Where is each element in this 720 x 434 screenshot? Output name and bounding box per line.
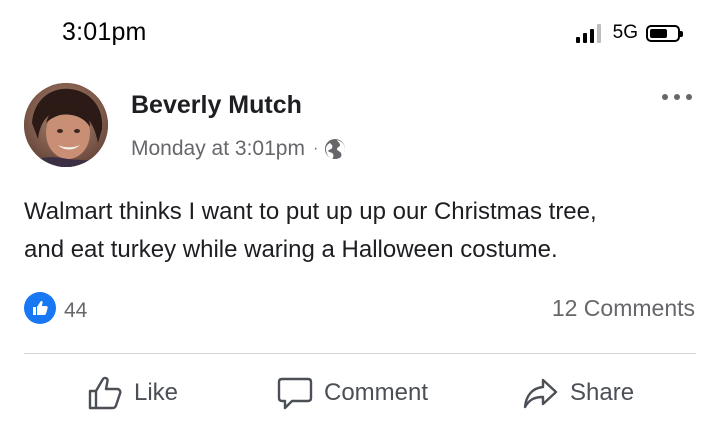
share-label: Share: [570, 379, 635, 406]
avatar[interactable]: [24, 83, 108, 167]
comments-count[interactable]: 12 Comments: [552, 295, 695, 322]
author-name[interactable]: Beverly Mutch: [131, 91, 302, 120]
comment-icon: [277, 377, 313, 410]
share-button[interactable]: Share: [522, 374, 634, 412]
post-text-line-1: Walmart thinks I want to put up up our C…: [24, 198, 597, 225]
battery-icon: [646, 24, 683, 42]
status-time: 3:01pm: [62, 18, 147, 46]
more-options-icon[interactable]: [662, 94, 692, 100]
reaction-count: 44: [64, 299, 88, 322]
like-label: Like: [134, 379, 179, 406]
status-indicators: 5G: [575, 22, 683, 44]
reactions-summary[interactable]: 44: [24, 292, 87, 324]
comment-label: Comment: [324, 379, 429, 406]
share-arrow-icon: [523, 378, 558, 409]
comment-button[interactable]: Comment: [276, 374, 428, 412]
signal-icon: [575, 23, 601, 43]
network-type: 5G: [612, 22, 638, 43]
like-reaction-icon: [24, 292, 56, 324]
divider: [24, 353, 696, 354]
thumbs-up-icon: [88, 376, 122, 410]
like-button[interactable]: Like: [86, 374, 178, 412]
post-text: Walmart thinks I want to put up up our C…: [24, 193, 704, 269]
post-timestamp[interactable]: Monday at 3:01pm: [131, 137, 305, 161]
globe-icon: [325, 139, 346, 159]
post-text-line-2: and eat turkey while waring a Halloween …: [24, 236, 558, 263]
meta-separator: ·: [312, 140, 319, 157]
post-meta: Monday at 3:01pm ·: [131, 137, 346, 161]
